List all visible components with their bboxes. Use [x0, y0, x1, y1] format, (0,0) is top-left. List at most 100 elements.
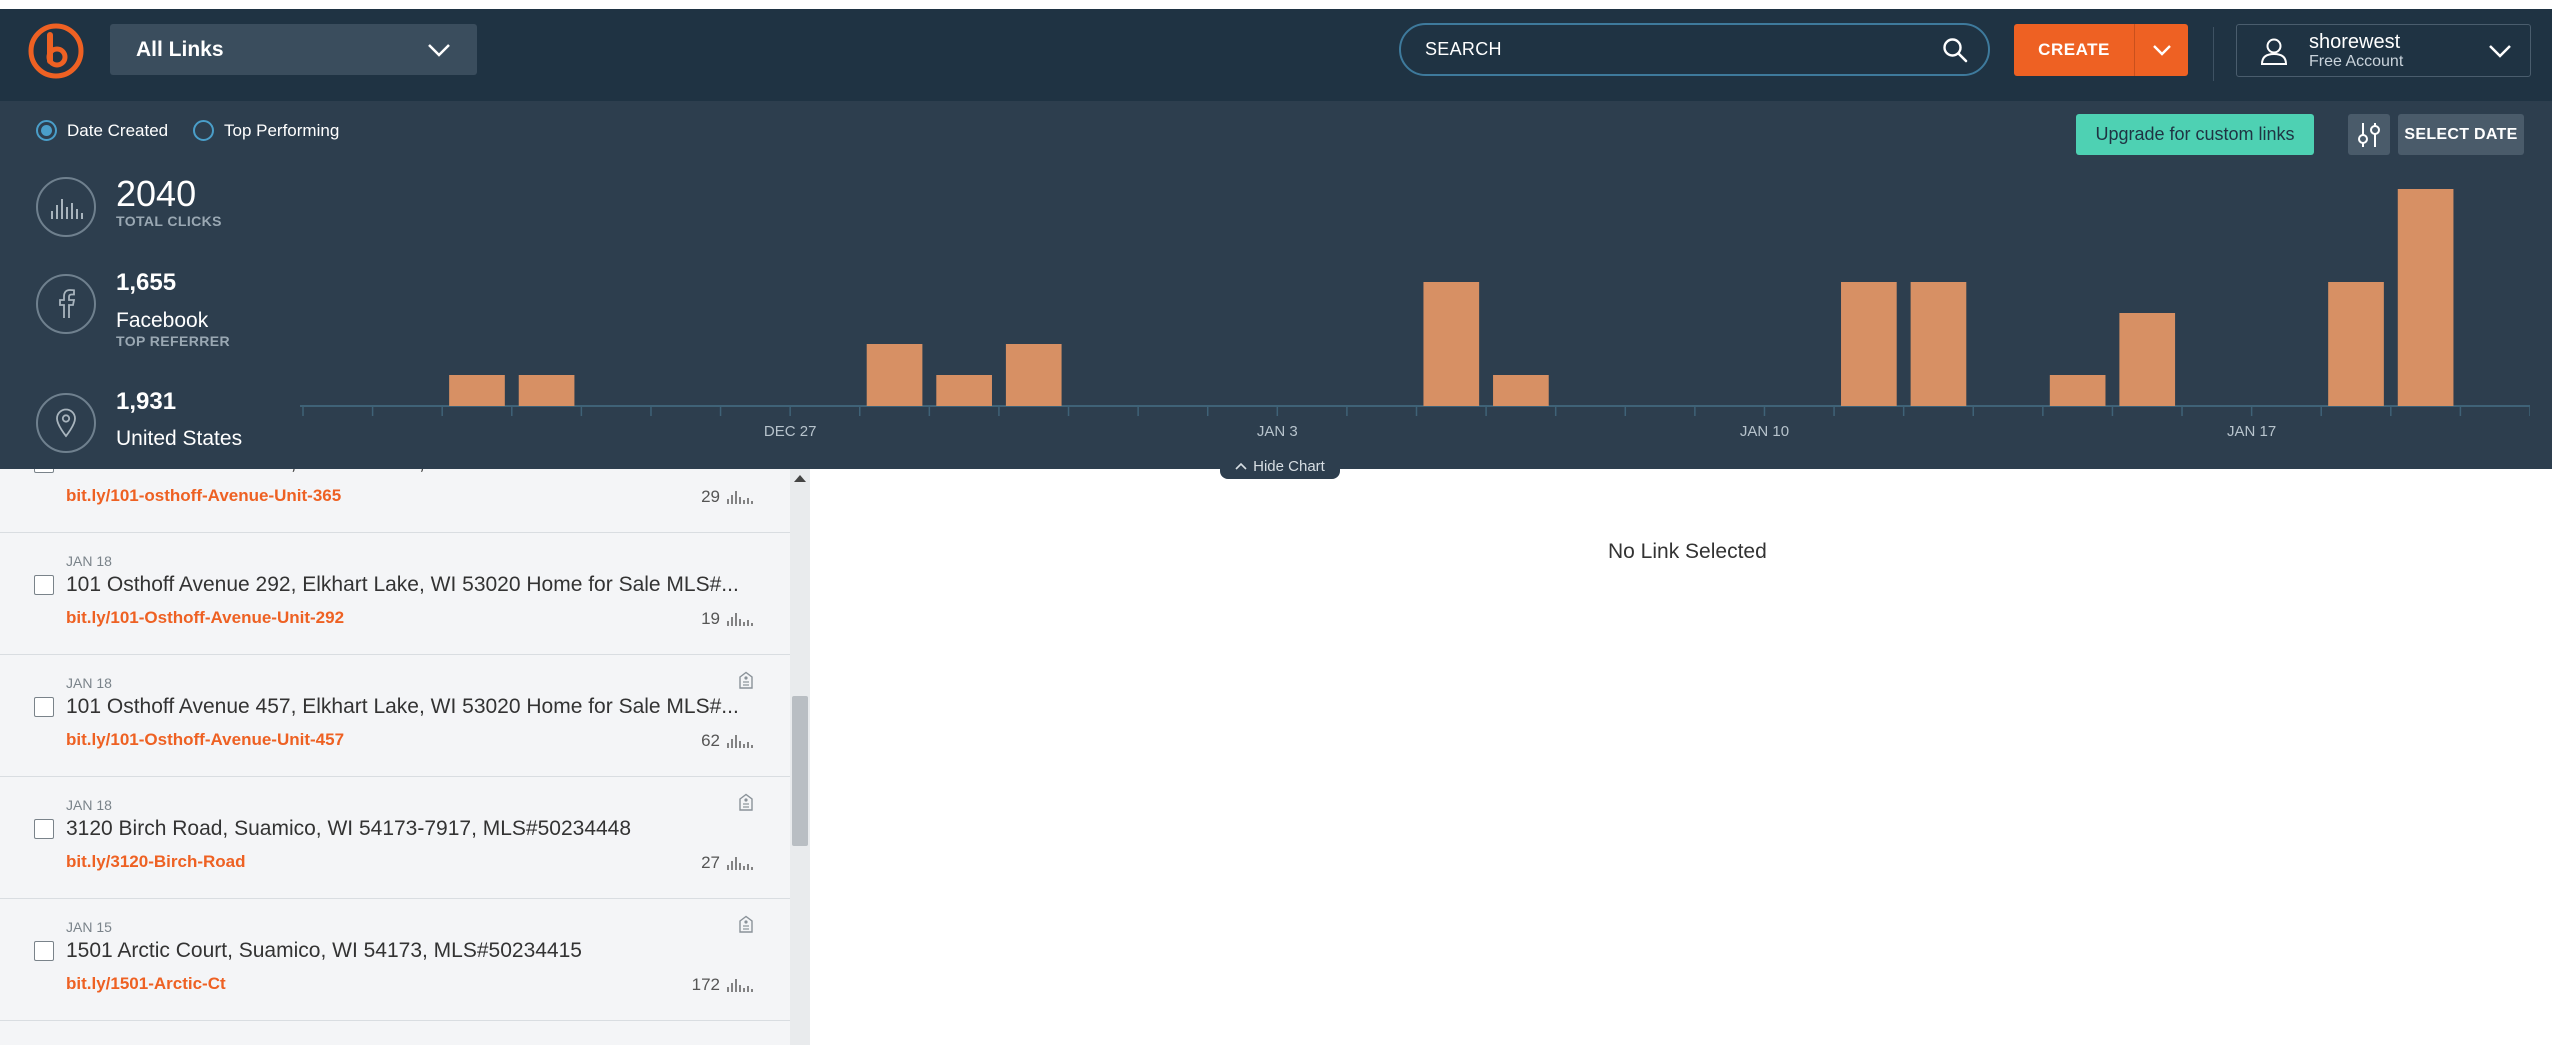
link-list-item[interactable]: JAN 15 1501 Arctic Court, Suamico, WI 541…: [0, 899, 790, 1021]
mini-bar-chart-icon: [727, 979, 753, 992]
link-list: JAN 18 101 Osthoff Avenue 365, Elkhart La…: [0, 469, 790, 1045]
link-checkbox[interactable]: [34, 469, 54, 473]
link-title[interactable]: 101 Osthoff Avenue 365, Elkhart Lake, WI…: [66, 469, 739, 475]
link-list-item[interactable]: JAN 18101 Osthoff Avenue 365, Elkhart La…: [0, 469, 790, 533]
link-title[interactable]: 101 Osthoff Avenue 292, Elkhart Lake, WI…: [66, 573, 739, 597]
tag-icon[interactable]: [738, 671, 754, 689]
link-checkbox[interactable]: [34, 697, 54, 717]
chart-bar[interactable]: [449, 375, 505, 406]
chart-bar[interactable]: [936, 375, 992, 406]
chart-bar[interactable]: [1005, 344, 1062, 406]
link-short-url[interactable]: bit.ly/101-osthoff-Avenue-Unit-365: [66, 486, 341, 506]
create-button-label[interactable]: CREATE: [2014, 24, 2134, 76]
scrollbar-thumb[interactable]: [792, 696, 808, 846]
facebook-icon: [36, 274, 96, 334]
mini-bar-chart-icon: [727, 857, 753, 870]
sliders-icon: [2358, 122, 2380, 147]
link-filter-dropdown[interactable]: All Links: [110, 24, 477, 75]
chart-x-tick-label: DEC 27: [764, 423, 817, 440]
account-plan: Free Account: [2309, 52, 2404, 70]
sort-option-label: Date Created: [67, 120, 169, 140]
chart-bar[interactable]: [2049, 375, 2106, 406]
analytics-panel: Date Created Top Performing Upgrade for …: [0, 101, 2552, 469]
chart-x-tick-label: JAN 17: [2227, 423, 2276, 440]
header-divider: [2213, 27, 2214, 81]
link-short-url[interactable]: bit.ly/101-Osthoff-Avenue-Unit-457: [66, 730, 344, 750]
link-checkbox[interactable]: [34, 941, 54, 961]
link-click-count-value: 62: [701, 731, 720, 750]
chart-bar[interactable]: [518, 375, 575, 406]
mini-bar-chart-icon: [727, 491, 753, 504]
search-icon[interactable]: [1942, 37, 1968, 63]
link-click-count-value: 27: [701, 853, 720, 872]
select-date-button[interactable]: SELECT DATE: [2398, 114, 2524, 155]
top-location-name: United States: [116, 427, 243, 450]
tag-icon[interactable]: [738, 793, 754, 811]
tag-icon[interactable]: [738, 915, 754, 933]
search-input[interactable]: [1425, 39, 1942, 60]
link-short-url[interactable]: bit.ly/3120-Birch-Road: [66, 852, 246, 872]
link-short-url[interactable]: bit.ly/101-Osthoff-Avenue-Unit-292: [66, 608, 344, 628]
radio-selected-icon: [36, 120, 57, 141]
top-referrer-name: Facebook: [116, 309, 209, 332]
clicks-bar-chart: DEC 27 JAN 3 JAN 10 JAN 17: [300, 189, 2530, 440]
chevron-down-icon: [428, 43, 450, 57]
link-click-count-value: 19: [701, 609, 720, 628]
top-referrer-value: 1,655: [116, 269, 177, 296]
link-date: JAN 18: [66, 675, 112, 691]
no-link-selected-message: No Link Selected: [1608, 540, 1767, 563]
sort-date-created-radio[interactable]: Date Created: [36, 120, 168, 141]
link-title[interactable]: 1501 Arctic Court, Suamico, WI 54173, ML…: [66, 939, 582, 963]
link-short-url[interactable]: bit.ly/1501-Arctic-Ct: [66, 974, 226, 994]
link-title[interactable]: 3120 Birch Road, Suamico, WI 54173-7917,…: [66, 817, 631, 841]
chart-bar[interactable]: [1841, 282, 1897, 406]
user-icon: [2260, 38, 2288, 65]
create-button[interactable]: CREATE: [2014, 24, 2188, 76]
mini-bar-chart-icon: [727, 613, 753, 626]
top-referrer-label: TOP REFERRER: [116, 333, 230, 349]
link-list-scrollbar[interactable]: [790, 469, 810, 1045]
create-menu-toggle[interactable]: [2134, 24, 2188, 76]
account-username: shorewest: [2309, 30, 2401, 53]
link-date: JAN 15: [66, 919, 112, 935]
link-checkbox[interactable]: [34, 575, 54, 595]
chart-bar[interactable]: [1423, 282, 1480, 406]
filter-settings-button[interactable]: [2348, 114, 2390, 155]
link-list-item[interactable]: JAN 18 3120 Birch Road, Suamico, WI 54173…: [0, 777, 790, 899]
chart-bar[interactable]: [2397, 189, 2454, 406]
bitly-logo-icon[interactable]: [28, 23, 84, 79]
link-list-item[interactable]: JAN 18 101 Osthoff Avenue 292, Elkhart La…: [0, 533, 790, 655]
radio-unselected-icon: [193, 120, 214, 141]
top-navigation-bar: All Links CREATE shorewest Free Account: [0, 9, 2552, 101]
chart-bar[interactable]: [2328, 282, 2384, 406]
total-clicks-value: 2040: [116, 173, 197, 214]
link-title[interactable]: 101 Osthoff Avenue 457, Elkhart Lake, WI…: [66, 695, 739, 719]
account-menu[interactable]: shorewest Free Account: [2236, 24, 2531, 77]
link-click-count: 29: [701, 487, 754, 507]
link-click-count: 62: [701, 731, 754, 751]
link-click-count-value: 29: [701, 487, 720, 506]
link-list-item[interactable]: JAN 18 101 Osthoff Avenue 457, Elkhart La…: [0, 655, 790, 777]
chart-bar[interactable]: [1493, 375, 1549, 406]
scroll-up-arrow-icon[interactable]: [794, 475, 806, 482]
link-checkbox[interactable]: [34, 819, 54, 839]
top-location-value: 1,931: [116, 388, 177, 415]
chevron-down-icon: [2489, 44, 2511, 58]
chart-bar[interactable]: [2119, 313, 2176, 406]
chart-bar[interactable]: [866, 344, 923, 406]
link-click-count: 19: [701, 609, 754, 629]
chart-x-tick-label: JAN 3: [1257, 423, 1298, 440]
location-pin-icon: [36, 393, 96, 453]
chevron-up-icon: [1235, 462, 1247, 470]
upgrade-button[interactable]: Upgrade for custom links: [2076, 114, 2314, 155]
mini-bar-chart-icon: [727, 735, 753, 748]
chart-bar[interactable]: [1910, 282, 1967, 406]
link-click-count: 27: [701, 853, 754, 873]
link-date: JAN 18: [66, 797, 112, 813]
chart-x-tick-label: JAN 10: [1740, 423, 1789, 440]
link-date: JAN 18: [66, 553, 112, 569]
search-box[interactable]: [1399, 23, 1990, 76]
hide-chart-toggle[interactable]: Hide Chart: [1220, 453, 1340, 479]
sort-top-performing-radio[interactable]: Top Performing: [193, 120, 339, 141]
link-filter-label: All Links: [136, 37, 224, 61]
